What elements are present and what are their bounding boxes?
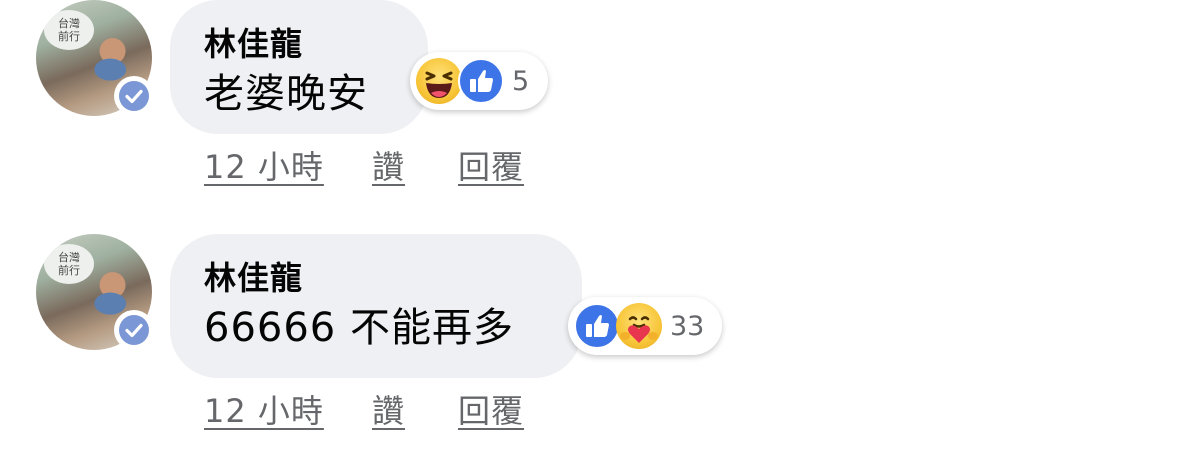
comment-1: 台灣 前行 林佳龍 老婆晚安 5 12 小時 讚 回覆 [0,0,1200,220]
like-link[interactable]: 讚 [372,142,405,188]
reply-link[interactable]: 回覆 [458,386,524,432]
comment-timestamp[interactable]: 12 小時 [204,386,324,432]
reaction-count: 5 [512,65,530,97]
comment-bubble: 林佳龍 老婆晚安 [170,0,428,134]
verified-badge-icon [114,76,154,116]
comment-text: 老婆晚安 [204,71,368,117]
like-reaction-icon [574,303,620,349]
avatar-sign: 台灣 前行 [44,10,94,50]
avatar-sign: 台灣 前行 [44,244,94,284]
comment-bubble: 林佳龍 66666 不能再多 [170,234,582,378]
reaction-summary[interactable]: 33 [568,297,722,355]
comment-timestamp[interactable]: 12 小時 [204,142,324,188]
reaction-summary[interactable]: 5 [410,52,548,110]
reaction-count: 33 [670,310,705,342]
haha-reaction-icon [416,58,462,104]
comment-author[interactable]: 林佳龍 [204,24,394,64]
reply-link[interactable]: 回覆 [458,142,524,188]
comment-author[interactable]: 林佳龍 [204,258,548,298]
like-reaction-icon [458,58,504,104]
like-link[interactable]: 讚 [372,386,405,432]
verified-badge-icon [114,310,154,350]
care-reaction-icon [616,303,662,349]
comment-text: 66666 不能再多 [204,305,514,351]
comment-2: 台灣 前行 林佳龍 66666 不能再多 33 12 小時 讚 回覆 [0,234,1200,454]
